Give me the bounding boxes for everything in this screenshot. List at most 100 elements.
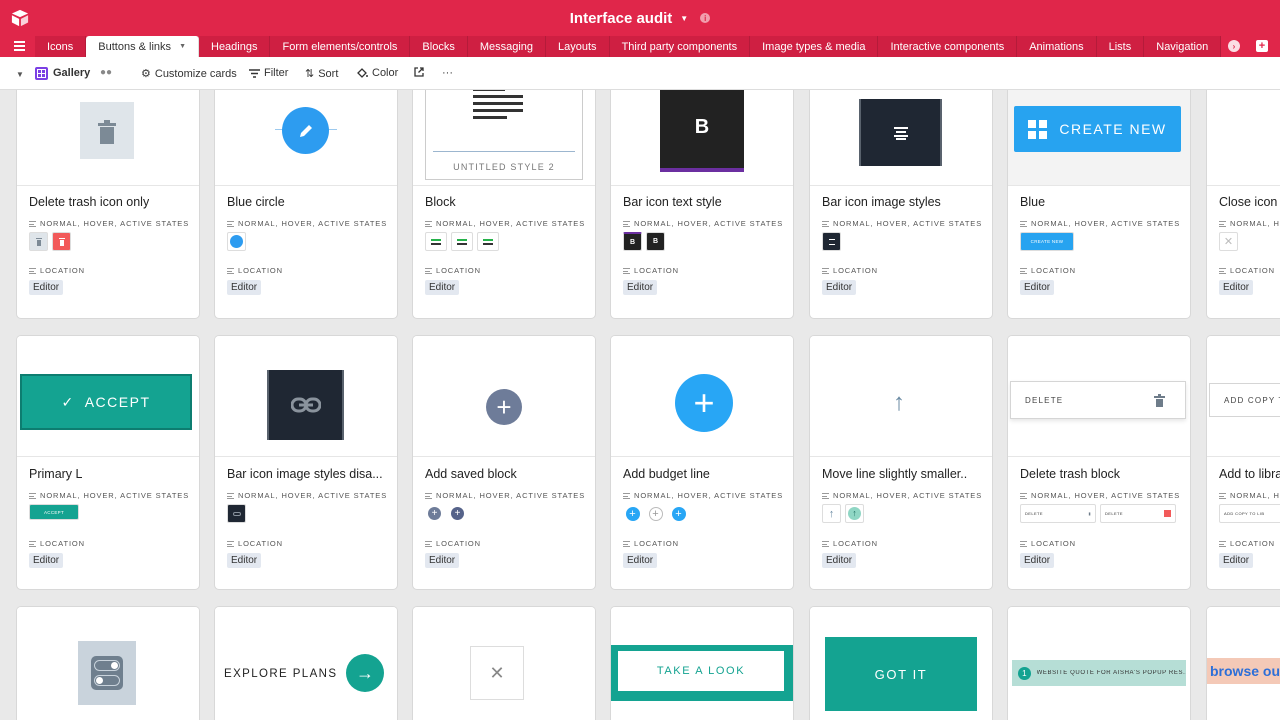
arrow-up-icon[interactable]: ↑ <box>822 504 841 523</box>
hamburger-menu-icon[interactable] <box>14 41 25 51</box>
trash-icon[interactable] <box>52 232 71 251</box>
location-field-label: LOCATION <box>29 539 85 548</box>
customize-cards-label: Customize cards <box>154 67 237 80</box>
gallery-card[interactable]: + Add budget line NORMAL, HOVER, ACTIVE … <box>611 336 793 589</box>
block-thumb[interactable] <box>477 232 499 251</box>
card-thumbnail: + <box>413 336 595 457</box>
view-toolbar: ▼ Gallery ●● ⚙ Customize cards Filter ⇅ … <box>0 57 1280 90</box>
location-tag: Editor <box>623 280 658 295</box>
gallery-card[interactable]: ADD COPY TO Add to library NORMAL, HOVER… <box>1207 336 1280 589</box>
tab-headings[interactable]: Headings <box>199 36 271 57</box>
gallery-card[interactable]: TAKE A LOOK <box>611 607 793 720</box>
gallery-card[interactable]: B Bar icon text style NORMAL, HOVER, ACT… <box>611 90 793 318</box>
tab-form-elements[interactable]: Form elements/controls <box>270 36 411 57</box>
more-tabs-icon[interactable]: › <box>1228 40 1240 52</box>
pencil-icon <box>282 107 329 154</box>
gallery-view-icon[interactable] <box>35 67 48 80</box>
tab-third-party[interactable]: Third party components <box>609 36 751 57</box>
gallery-card[interactable]: + Add saved block NORMAL, HOVER, ACTIVE … <box>413 336 595 589</box>
tab-messaging[interactable]: Messaging <box>467 36 547 57</box>
states-attachments <box>227 232 246 251</box>
accept-thumb[interactable]: ACCEPT <box>29 504 79 520</box>
add-table-icon[interactable]: + <box>1256 40 1268 52</box>
block-thumb[interactable] <box>451 232 473 251</box>
gallery-card[interactable]: EXPLORE PLANS → <box>215 607 397 720</box>
align-center-icon[interactable] <box>822 232 841 251</box>
gallery-card[interactable]: Blue circle NORMAL, HOVER, ACTIVE STATES… <box>215 90 397 318</box>
tab-label: Image types & media <box>762 40 866 53</box>
collaborators-icon[interactable]: ●● <box>100 67 112 78</box>
gallery-card[interactable]: Bar icon image styles NORMAL, HOVER, ACT… <box>810 90 992 318</box>
gallery-card[interactable]: ✕ <box>413 607 595 720</box>
filter-icon <box>249 68 260 78</box>
delete-thumb[interactable]: DELETE ▮ <box>1020 504 1096 523</box>
pencil-icon[interactable] <box>227 232 246 251</box>
gallery-card[interactable]: Delete trash icon only NORMAL, HOVER, AC… <box>17 90 199 318</box>
color-button[interactable]: Color <box>356 67 398 79</box>
filter-button[interactable]: Filter <box>249 67 288 79</box>
gallery-card[interactable]: UNTITLED STYLE 2 Block NORMAL, HOVER, AC… <box>413 90 595 318</box>
more-options-button[interactable]: ··· <box>442 67 453 79</box>
tab-blocks[interactable]: Blocks <box>410 36 468 57</box>
tab-icons[interactable]: Icons <box>35 36 87 57</box>
gallery-card[interactable] <box>17 607 199 720</box>
location-field-label: LOCATION <box>1020 539 1076 548</box>
gallery-card[interactable]: CREATE NEW Blue NORMAL, HOVER, ACTIVE ST… <box>1008 90 1190 318</box>
location-field-label: LOCATION <box>1219 539 1275 548</box>
arrow-right-icon: → <box>346 654 384 692</box>
chevron-down-icon[interactable]: ▼ <box>179 43 186 50</box>
bold-icon[interactable]: B <box>623 232 642 251</box>
add-copy-thumb[interactable]: ADD COPY TO LIB <box>1219 504 1280 523</box>
sort-button[interactable]: ⇅ Sort <box>305 67 338 81</box>
tab-navigation[interactable]: Navigation <box>1144 36 1222 57</box>
gallery-card[interactable]: ✓ ACCEPT Primary L NORMAL, HOVER, ACTIVE… <box>17 336 199 589</box>
location-tag: Editor <box>623 553 658 568</box>
tab-image-types[interactable]: Image types & media <box>750 36 879 57</box>
button-text: ADD COPY TO <box>1224 396 1280 405</box>
plus-icon[interactable]: + <box>425 504 444 523</box>
base-title[interactable]: Interface audit ▼ i <box>0 0 1280 36</box>
tab-lists[interactable]: Lists <box>1096 36 1145 57</box>
link-icon[interactable] <box>227 504 246 523</box>
bold-icon[interactable]: B <box>646 232 665 251</box>
plus-icon[interactable]: + <box>623 504 642 523</box>
plus-icon[interactable]: + <box>646 504 665 523</box>
chevron-down-icon[interactable]: ▼ <box>16 70 24 79</box>
card-thumbnail <box>17 90 199 186</box>
plus-icon[interactable]: + <box>669 504 688 523</box>
close-icon[interactable]: ✕ <box>1219 232 1238 251</box>
location-field-label: LOCATION <box>623 266 679 275</box>
plus-icon[interactable]: + <box>448 504 467 523</box>
tab-animations[interactable]: Animations <box>1017 36 1097 57</box>
app-title[interactable]: Interface audit <box>570 10 673 27</box>
customize-cards-button[interactable]: ⚙ Customize cards <box>141 67 237 81</box>
tab-buttons-links[interactable]: Buttons & links ▼ <box>86 36 199 57</box>
tab-interactive[interactable]: Interactive components <box>878 36 1018 57</box>
trash-icon[interactable] <box>29 232 48 251</box>
states-field-label: NORMAL, HOVER, ACTIVE STATES <box>227 491 387 500</box>
tab-layouts[interactable]: Layouts <box>546 36 610 57</box>
card-title: Bar icon image styles <box>822 195 941 209</box>
states-field-label: NORMAL, HOVER, ACTIVE STATES <box>1219 219 1280 228</box>
block-thumb[interactable] <box>425 232 447 251</box>
arrow-up-icon[interactable]: ↑ <box>845 504 864 523</box>
chevron-down-icon[interactable]: ▼ <box>680 14 688 23</box>
create-new-button: CREATE NEW <box>1014 106 1181 152</box>
paint-bucket-icon <box>357 67 368 78</box>
info-icon[interactable]: i <box>700 13 711 23</box>
gallery-card[interactable]: Close icon only NORMAL, HOVER, ACTIVE ST… <box>1207 90 1280 318</box>
gallery-card[interactable]: DELETE Delete trash block NORMAL, HOVER,… <box>1008 336 1190 589</box>
create-new-thumb[interactable]: CREATE NEW <box>1020 232 1074 251</box>
gallery-card[interactable]: Bar icon image styles disa... NORMAL, HO… <box>215 336 397 589</box>
gallery-card[interactable]: GOT IT <box>810 607 992 720</box>
gallery-card[interactable]: 1 WEBSITE QUOTE FOR AISHA'S POPUP RES... <box>1008 607 1190 720</box>
tab-label: Form elements/controls <box>282 40 398 53</box>
gallery-card[interactable]: browse ou <box>1207 607 1280 720</box>
delete-thumb[interactable]: DELETE <box>1100 504 1176 523</box>
states-field-label: NORMAL, HOVER, ACTIVE STATES <box>227 219 387 228</box>
gallery-card[interactable]: ↑ Move line slightly smaller.. NORMAL, H… <box>810 336 992 589</box>
states-field-label: NORMAL, HOVER, ACTIVE STATES <box>425 491 585 500</box>
view-name[interactable]: Gallery <box>53 67 90 79</box>
card-title: Add to library <box>1219 467 1280 481</box>
share-view-button[interactable] <box>414 67 424 77</box>
